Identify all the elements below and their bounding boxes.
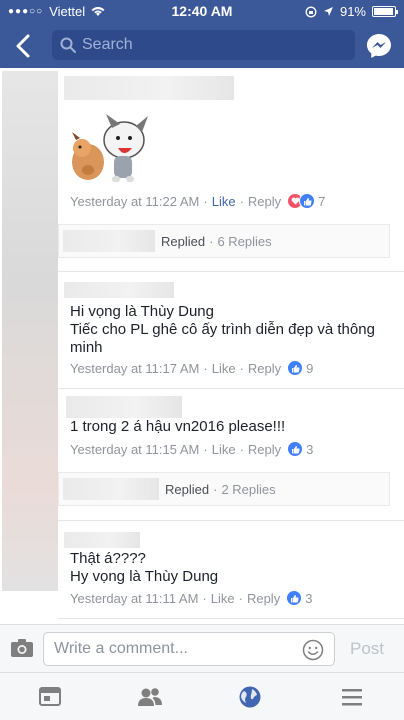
comment-text-line: 1 trong 2 á hậu vn2016 please!!! <box>70 418 286 435</box>
comment-meta: Yesterday at 11:11 AM · Like · Reply 3 <box>70 590 313 606</box>
rotation-lock-icon <box>305 6 317 17</box>
comment-timestamp[interactable]: Yesterday at 11:17 AM <box>70 361 199 376</box>
divider <box>58 520 404 521</box>
comment-body: Hi vọng là Thùy Dung Tiếc cho PL ghê cô … <box>70 303 400 357</box>
cat-sticker-icon <box>103 114 148 182</box>
comment-input[interactable]: Write a comment... <box>43 632 335 666</box>
blurred-author-name <box>66 396 182 418</box>
comment-composer: Write a comment... Post <box>0 624 404 672</box>
reaction-summary[interactable]: 3 <box>287 441 313 457</box>
replies-count: 6 Replies <box>217 233 272 249</box>
divider <box>58 271 404 272</box>
post-button[interactable]: Post <box>350 639 384 659</box>
blurred-replier-name <box>63 478 159 500</box>
reaction-summary[interactable]: 9 <box>287 360 313 376</box>
like-link[interactable]: Like <box>212 194 236 209</box>
replies-bar[interactable]: Replied · 2 Replies <box>58 472 390 506</box>
camera-icon[interactable] <box>10 638 34 658</box>
comment-feed[interactable]: Yesterday at 11:22 AM · Like · Reply 7 R… <box>0 68 404 624</box>
comment-body: 1 trong 2 á hậu vn2016 please!!! <box>70 418 404 436</box>
battery-percent: 91% <box>339 4 366 19</box>
reaction-count: 7 <box>318 193 326 209</box>
reaction-summary[interactable]: 3 <box>286 590 312 606</box>
comment-timestamp[interactable]: Yesterday at 11:11 AM <box>70 591 198 606</box>
tab-bar <box>0 672 404 720</box>
like-reaction-icon <box>287 441 304 457</box>
reply-link[interactable]: Reply <box>248 361 281 376</box>
like-reaction-icon <box>287 360 304 376</box>
like-link[interactable]: Like <box>212 361 236 376</box>
menu-icon[interactable] <box>339 685 365 709</box>
blurred-author-name <box>64 76 234 100</box>
comment-meta: Yesterday at 11:15 AM · Like · Reply 3 <box>70 441 314 457</box>
friends-icon[interactable] <box>137 685 163 709</box>
news-feed-icon[interactable] <box>37 685 63 709</box>
replies-bar[interactable]: Replied · 6 Replies <box>58 224 390 258</box>
comment-timestamp[interactable]: Yesterday at 11:22 AM <box>70 194 199 209</box>
divider <box>58 618 404 619</box>
blurred-avatar-column <box>2 71 58 591</box>
dog-sticker-icon <box>72 132 104 180</box>
comment-timestamp[interactable]: Yesterday at 11:15 AM <box>70 442 199 457</box>
search-icon <box>60 37 76 53</box>
globe-icon[interactable] <box>237 685 263 709</box>
comment-body: Thật á???? Hy vọng là Thùy Dung <box>70 550 404 586</box>
comment-text-line: Tiếc cho PL ghê cô ấy trình diễn đẹp và … <box>70 321 375 356</box>
comment-text-line: Thật á???? <box>70 550 146 567</box>
location-icon <box>323 7 333 16</box>
back-arrow-icon[interactable] <box>12 32 36 60</box>
status-bar: ●●●○○ Viettel 12:40 AM 91% <box>0 0 404 24</box>
comment-text-line: Hi vọng là Thùy Dung <box>70 303 214 320</box>
replied-label: Replied <box>161 233 206 249</box>
blurred-author-name <box>64 532 140 548</box>
like-link[interactable]: Like <box>212 442 236 457</box>
like-reaction-icon <box>299 193 316 209</box>
reaction-count: 3 <box>305 590 313 606</box>
like-link[interactable]: Like <box>211 591 235 606</box>
nav-bar: Search <box>0 24 404 68</box>
sticker <box>66 110 154 186</box>
comment-meta: Yesterday at 11:22 AM · Like · Reply 7 <box>70 193 326 209</box>
reaction-count: 3 <box>306 441 314 457</box>
replied-label: Replied <box>165 481 210 497</box>
battery-icon <box>372 6 398 17</box>
comment-text-line: Hy vọng là Thùy Dung <box>70 568 219 585</box>
messenger-icon[interactable] <box>366 33 392 59</box>
comment-meta: Yesterday at 11:17 AM · Like · Reply 9 <box>70 360 314 376</box>
reply-link[interactable]: Reply <box>248 442 281 457</box>
reply-link[interactable]: Reply <box>247 591 280 606</box>
search-placeholder: Search <box>82 36 133 53</box>
search-input[interactable]: Search <box>52 30 355 60</box>
comment-input-placeholder: Write a comment... <box>54 640 188 657</box>
blurred-replier-name <box>63 230 155 252</box>
reaction-summary[interactable]: 7 <box>287 193 325 209</box>
reaction-count: 9 <box>306 360 314 376</box>
replies-count: 2 Replies <box>221 481 276 497</box>
emoji-icon[interactable] <box>302 639 324 661</box>
reply-link[interactable]: Reply <box>248 194 281 209</box>
blurred-author-name <box>64 282 174 298</box>
divider <box>58 388 404 389</box>
like-reaction-icon <box>286 590 303 606</box>
